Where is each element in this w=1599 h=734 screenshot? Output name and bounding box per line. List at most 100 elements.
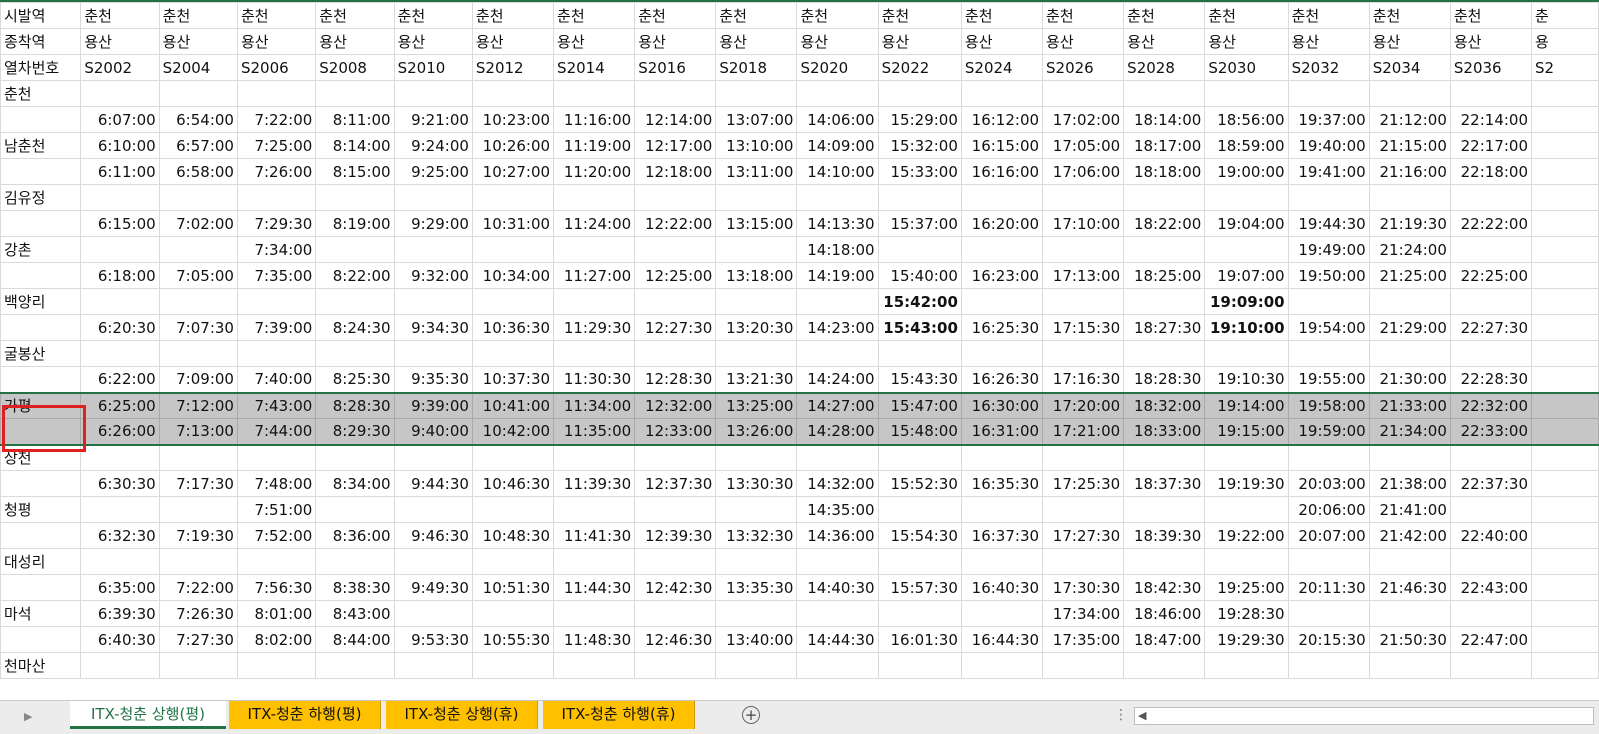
time-cell[interactable]: 12:22:00 (634, 210, 717, 237)
station-cell[interactable] (0, 106, 82, 133)
header-cell[interactable]: 춘천 (1042, 2, 1125, 29)
header-cell[interactable]: 춘천 (158, 2, 238, 29)
station-cell[interactable] (0, 626, 82, 653)
time-cell[interactable] (236, 340, 317, 367)
time-cell[interactable]: 19:04:00 (1204, 210, 1289, 237)
time-cell[interactable]: 6:35:00 (80, 574, 160, 601)
header-cell[interactable]: 용산 (471, 28, 555, 55)
time-cell[interactable]: 8:25:30 (315, 366, 395, 393)
time-cell[interactable] (960, 288, 1044, 315)
time-cell[interactable]: 8:44:00 (315, 626, 395, 653)
time-cell[interactable] (393, 496, 473, 523)
time-cell[interactable]: 18:47:00 (1123, 626, 1206, 653)
time-cell[interactable]: 14:10:00 (796, 158, 879, 185)
time-cell[interactable]: 7:22:00 (158, 574, 238, 601)
time-cell[interactable]: 15:57:30 (877, 574, 962, 601)
station-cell[interactable]: 남춘천 (0, 132, 82, 159)
time-cell[interactable] (1287, 184, 1370, 211)
triangle-right-icon[interactable]: ▶ (24, 710, 32, 723)
time-cell[interactable]: 21:41:00 (1368, 496, 1451, 523)
time-cell[interactable] (877, 548, 962, 575)
header-cell[interactable]: S2008 (315, 54, 395, 81)
time-cell[interactable] (471, 496, 555, 523)
header-cell[interactable]: 용산 (80, 28, 160, 55)
time-cell[interactable] (634, 496, 717, 523)
time-cell[interactable]: 11:44:30 (553, 574, 636, 601)
time-cell[interactable]: 16:40:30 (960, 574, 1044, 601)
time-cell[interactable]: 19:58:00 (1287, 391, 1370, 419)
time-cell[interactable]: 13:10:00 (715, 132, 798, 159)
time-cell[interactable] (1368, 340, 1451, 367)
time-cell[interactable] (471, 600, 555, 627)
time-cell[interactable]: 17:20:00 (1042, 391, 1125, 419)
time-cell[interactable]: 12:28:30 (634, 366, 717, 393)
sheet-tab-itx-up-holiday[interactable]: ITX-청춘 상행(휴) (386, 701, 538, 729)
time-cell[interactable]: 7:19:30 (158, 522, 238, 549)
time-cell[interactable]: 16:31:00 (960, 418, 1044, 446)
time-cell[interactable] (1042, 652, 1125, 679)
time-cell[interactable] (315, 340, 395, 367)
time-cell[interactable]: 21:33:00 (1368, 391, 1451, 419)
time-cell[interactable] (1449, 340, 1533, 367)
time-cell[interactable] (1531, 210, 1599, 237)
time-cell[interactable] (634, 236, 717, 263)
time-cell[interactable] (158, 80, 238, 107)
time-cell[interactable]: 17:21:00 (1042, 418, 1125, 446)
header-cell[interactable]: 춘천 (80, 2, 160, 29)
time-cell[interactable]: 13:32:30 (715, 522, 798, 549)
time-cell[interactable] (158, 444, 238, 471)
time-cell[interactable] (1368, 80, 1451, 107)
time-cell[interactable] (553, 600, 636, 627)
time-cell[interactable] (877, 340, 962, 367)
time-cell[interactable]: 10:46:30 (471, 470, 555, 497)
time-cell[interactable]: 11:27:00 (553, 262, 636, 289)
time-cell[interactable]: 7:17:30 (158, 470, 238, 497)
time-cell[interactable]: 10:36:30 (471, 314, 555, 341)
time-cell[interactable] (1368, 600, 1451, 627)
header-cell[interactable]: 용산 (1287, 28, 1370, 55)
time-cell[interactable]: 19:49:00 (1287, 236, 1370, 263)
time-cell[interactable]: 9:53:30 (393, 626, 473, 653)
time-cell[interactable]: 7:52:00 (236, 522, 317, 549)
time-cell[interactable]: 18:39:30 (1123, 522, 1206, 549)
time-cell[interactable] (1042, 184, 1125, 211)
time-cell[interactable]: 14:32:00 (796, 470, 879, 497)
header-cell[interactable]: S2010 (393, 54, 473, 81)
time-cell[interactable] (1123, 80, 1206, 107)
time-cell[interactable]: 12:27:30 (634, 314, 717, 341)
time-cell[interactable] (1042, 444, 1125, 471)
time-cell[interactable] (1368, 444, 1451, 471)
time-cell[interactable]: 8:38:30 (315, 574, 395, 601)
time-cell[interactable] (960, 444, 1044, 471)
time-cell[interactable]: 7:25:00 (236, 132, 317, 159)
time-cell[interactable]: 11:20:00 (553, 158, 636, 185)
scrollbar-thumb[interactable] (1151, 710, 1591, 722)
time-cell[interactable] (1204, 548, 1289, 575)
header-cell[interactable]: S2002 (80, 54, 160, 81)
time-cell[interactable]: 6:58:00 (158, 158, 238, 185)
time-cell[interactable] (1449, 496, 1533, 523)
time-cell[interactable] (553, 236, 636, 263)
time-cell[interactable] (1368, 652, 1451, 679)
time-cell[interactable] (1123, 652, 1206, 679)
time-cell[interactable]: 13:18:00 (715, 262, 798, 289)
time-cell[interactable] (393, 340, 473, 367)
time-cell[interactable]: 13:30:30 (715, 470, 798, 497)
time-cell[interactable] (634, 548, 717, 575)
time-cell[interactable]: 17:15:30 (1042, 314, 1125, 341)
header-cell[interactable]: 춘천 (393, 2, 473, 29)
time-cell[interactable]: 18:37:30 (1123, 470, 1206, 497)
time-cell[interactable]: 13:40:00 (715, 626, 798, 653)
time-cell[interactable] (158, 496, 238, 523)
time-cell[interactable]: 15:54:30 (877, 522, 962, 549)
time-cell[interactable]: 9:29:00 (393, 210, 473, 237)
station-cell[interactable]: 천마산 (0, 652, 82, 679)
time-cell[interactable] (80, 184, 160, 211)
time-cell[interactable]: 15:48:00 (877, 418, 962, 446)
time-cell[interactable]: 10:23:00 (471, 106, 555, 133)
time-cell[interactable] (877, 80, 962, 107)
plus-circle-icon[interactable]: + (742, 706, 760, 724)
time-cell[interactable] (715, 444, 798, 471)
header-cell[interactable]: S2014 (553, 54, 636, 81)
time-cell[interactable]: 18:42:30 (1123, 574, 1206, 601)
